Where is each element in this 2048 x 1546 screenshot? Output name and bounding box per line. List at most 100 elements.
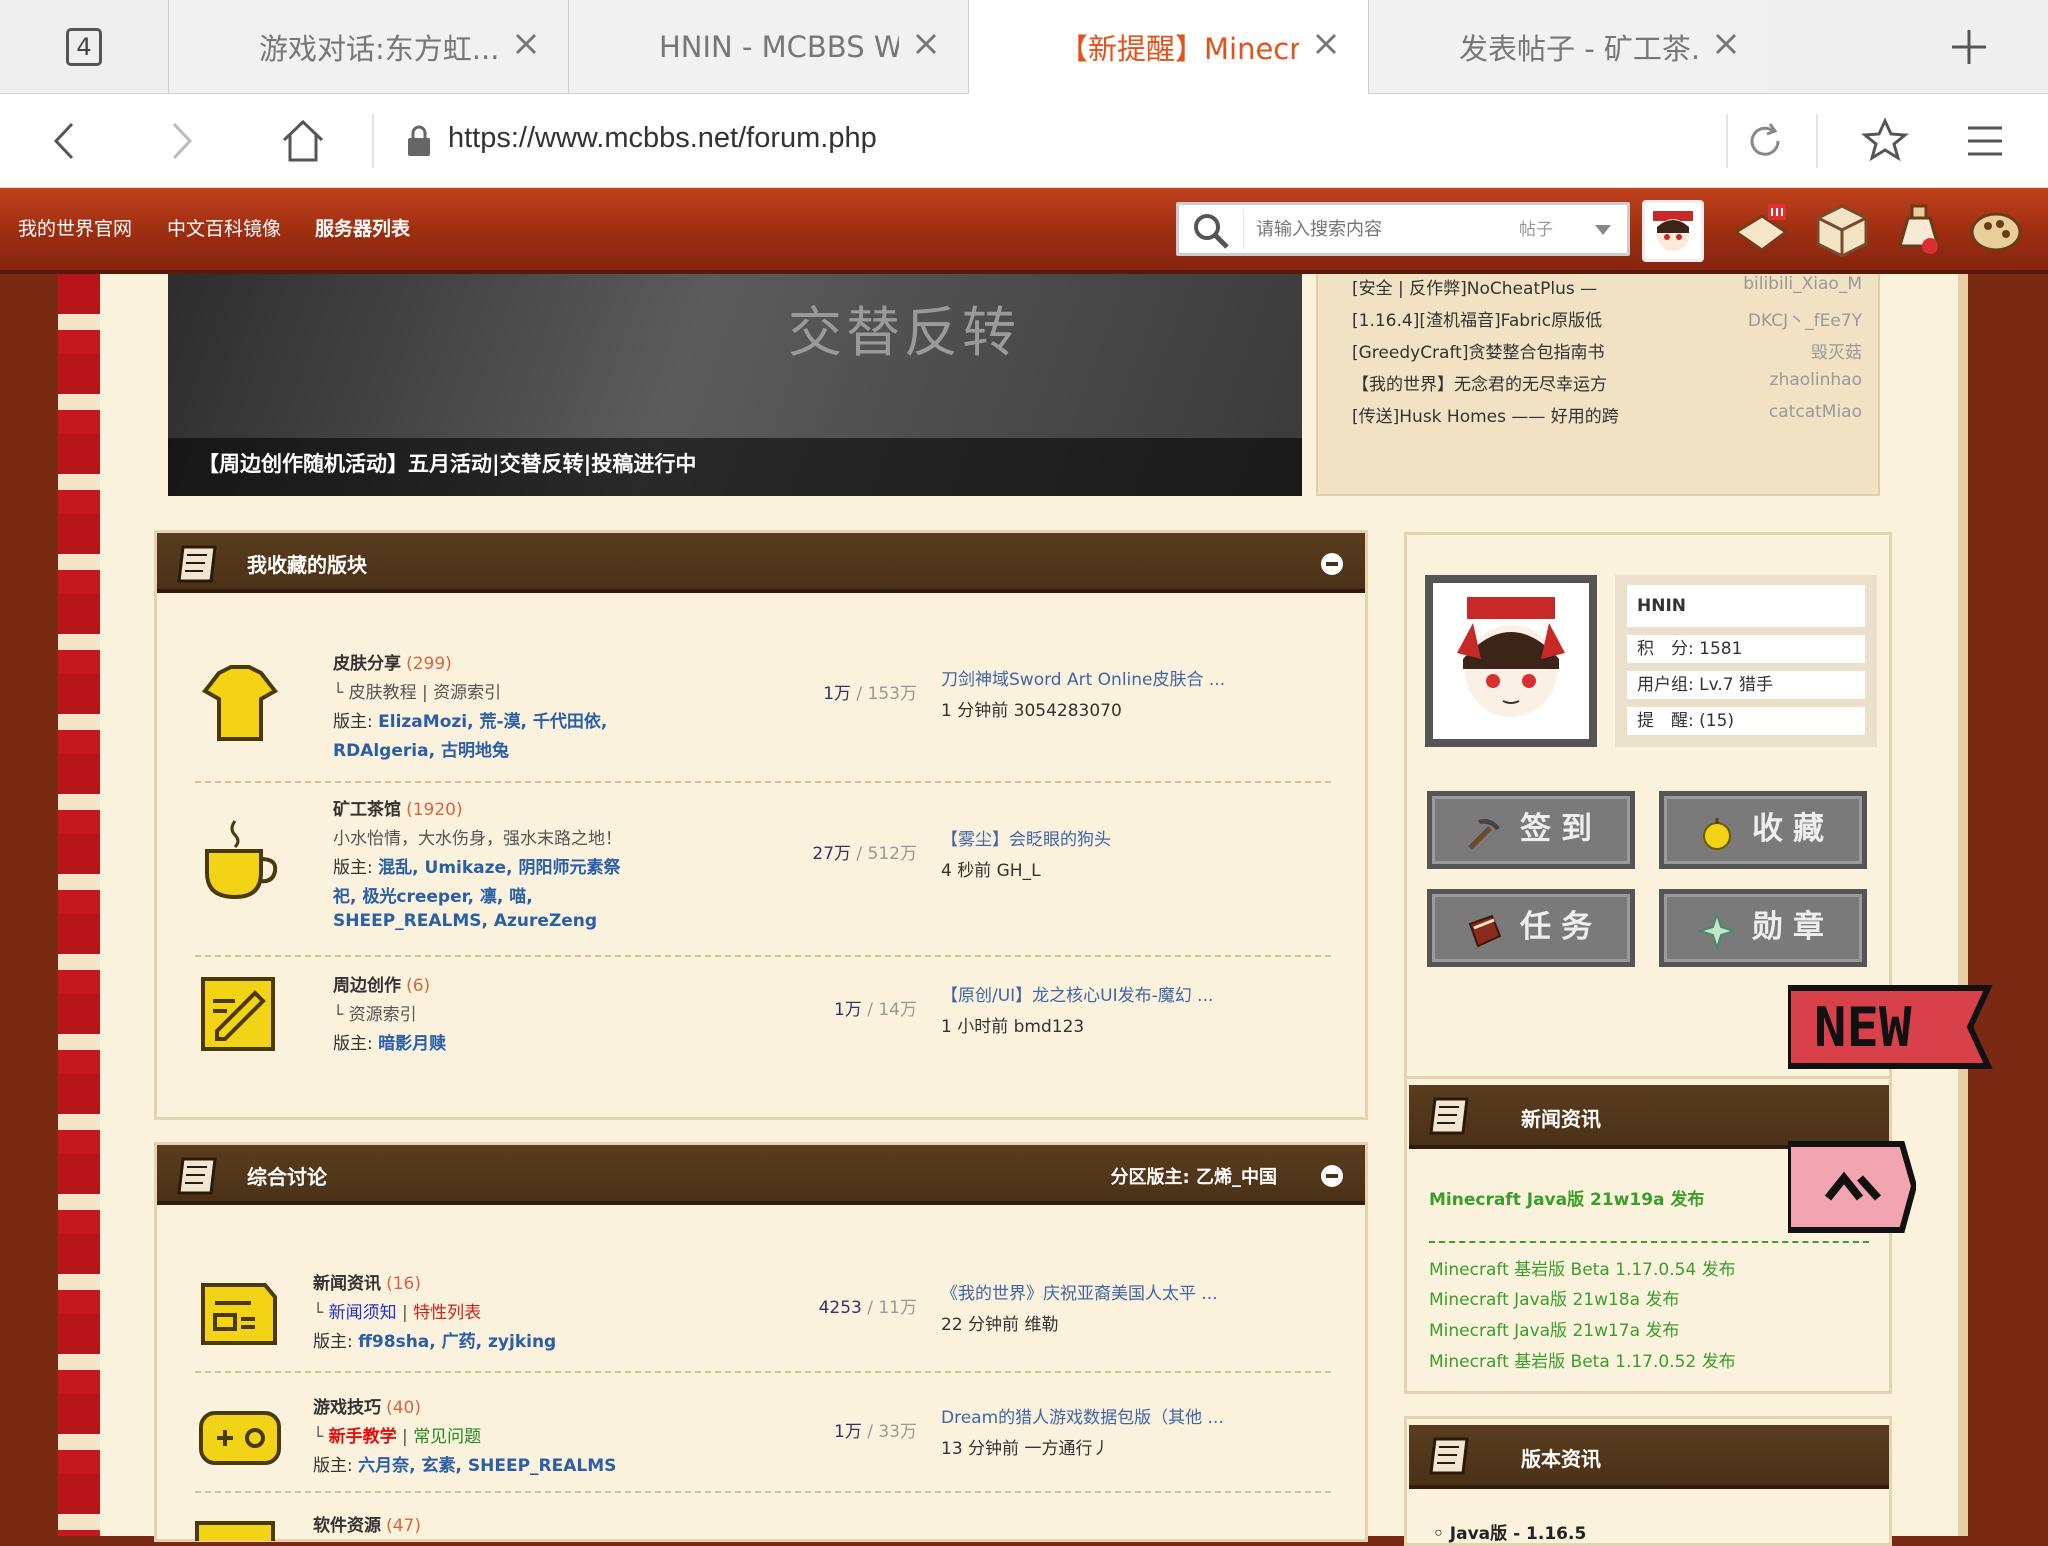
last-post-meta[interactable]: 4 秒前 GH_L <box>941 856 1111 881</box>
moderator-list[interactable]: ff98sha, 广药, zyjking <box>358 1332 556 1352</box>
news-item[interactable]: Minecraft Java版 21w18a 发布 <box>1429 1285 1679 1310</box>
star-icon[interactable] <box>1860 116 1910 166</box>
list-item[interactable]: [GreedyCraft]贪婪整合包指南书 毁灭菇 <box>1352 338 1862 363</box>
message-icon[interactable] <box>1732 202 1792 260</box>
button-label: 勋章 <box>1752 909 1834 945</box>
close-icon[interactable] <box>1310 28 1342 60</box>
forum-info: 软件资源 (47) <box>313 1511 421 1536</box>
potion-icon[interactable] <box>1890 202 1950 260</box>
thread-title[interactable]: 【我的世界】无念君的无尽幸运方 <box>1352 370 1607 395</box>
back-icon[interactable] <box>40 116 90 166</box>
avatar[interactable] <box>1642 200 1704 262</box>
thread-title[interactable]: [传送]Husk Homes —— 好用的跨 <box>1352 402 1619 427</box>
forum-name[interactable]: 矿工茶馆 <box>333 800 401 820</box>
last-post-meta[interactable]: 1 小时前 bmd123 <box>941 1012 1213 1037</box>
close-icon[interactable] <box>510 28 542 60</box>
search-icon[interactable] <box>1191 211 1231 251</box>
list-item[interactable]: [传送]Husk Homes —— 好用的跨 catcatMiao <box>1352 402 1862 427</box>
moderator-list[interactable]: SHEEP_REALMS, AzureZeng <box>333 911 597 931</box>
thread-author[interactable]: catcatMiao <box>1769 402 1862 422</box>
moderator-list[interactable]: 混乱, Umikaze, 阴阳师元素祭 <box>378 858 620 878</box>
reload-icon[interactable] <box>1740 116 1790 166</box>
banner-slideshow[interactable]: 交替反转 【周边创作随机活动】五月活动|交替反转|投稿进行中 <box>168 274 1302 496</box>
menu-icon[interactable] <box>1960 116 2010 166</box>
avatar[interactable] <box>1425 575 1597 747</box>
version-item[interactable]: ◦ Java版 - 1.16.5 <box>1433 1519 1586 1544</box>
thread-author[interactable]: zhaolinhao <box>1770 370 1862 390</box>
collapse-icon[interactable] <box>1321 1165 1343 1187</box>
cube-icon[interactable] <box>1812 202 1872 260</box>
forum-name[interactable]: 新闻资讯 <box>313 1274 381 1294</box>
banner-title[interactable]: 【周边创作随机活动】五月活动|交替反转|投稿进行中 <box>198 448 696 478</box>
forum-name[interactable]: 软件资源 <box>313 1516 381 1536</box>
news-featured[interactable]: Minecraft Java版 21w19a 发布 <box>1429 1185 1704 1210</box>
plus-icon[interactable] <box>1946 24 1992 70</box>
moderator-list[interactable]: RDAlgeria, 古明地兔 <box>333 741 509 761</box>
tab-3-active[interactable]: 【新提醒】Minecr... <box>968 0 1368 94</box>
list-item[interactable]: 【我的世界】无念君的无尽幸运方 zhaolinhao <box>1352 370 1862 395</box>
checkin-button[interactable]: 签到 <box>1427 791 1635 869</box>
thread-title[interactable]: [GreedyCraft]贪婪整合包指南书 <box>1352 338 1604 363</box>
last-post-meta[interactable]: 13 分钟前 一方通行丿 <box>941 1434 1224 1459</box>
forum-subforums[interactable]: └ 资源索引 <box>333 1000 446 1025</box>
thread-count: 1万 <box>834 1422 862 1442</box>
last-post-meta[interactable]: 1 分钟前 3054283070 <box>941 696 1225 721</box>
divider <box>195 955 1331 957</box>
user-reminders[interactable]: 提 醒: (15) <box>1627 707 1865 735</box>
search-input[interactable] <box>1243 209 1505 249</box>
thread-title[interactable]: [安全 | 反作弊]NoCheatPlus — <box>1352 274 1597 299</box>
search-box: 帖子 <box>1176 202 1630 256</box>
subforum-link[interactable]: 新手教学 <box>329 1427 397 1447</box>
subforum-link[interactable]: 新闻须知 <box>329 1303 397 1323</box>
book-icon <box>1468 914 1502 948</box>
news-item[interactable]: Minecraft 基岩版 Beta 1.17.0.52 发布 <box>1429 1347 1736 1372</box>
favorites-button[interactable]: 收藏 <box>1659 791 1867 869</box>
moderator-list[interactable]: ElizaMozi, 荒-漠, 千代田依, <box>378 712 607 732</box>
thread-author[interactable]: 毁灭菇 <box>1811 338 1862 363</box>
tab-1[interactable]: 游戏对话:东方虹... <box>168 0 568 94</box>
medals-button[interactable]: 勋章 <box>1659 889 1867 967</box>
nav-link-wiki[interactable]: 中文百科镜像 <box>167 214 281 241</box>
forum-name[interactable]: 周边创作 <box>333 976 401 996</box>
thread-title[interactable]: [1.16.4][渣机福音]Fabric原版低 <box>1352 306 1602 331</box>
forward-icon[interactable] <box>156 116 206 166</box>
moderator-list[interactable]: 暗影月赎 <box>378 1034 446 1054</box>
news-item[interactable]: Minecraft 基岩版 Beta 1.17.0.54 发布 <box>1429 1255 1736 1280</box>
subforum-link[interactable]: 特性列表 <box>413 1303 481 1323</box>
forum-subforums[interactable]: └ 皮肤教程 | 资源索引 <box>333 678 607 703</box>
section-title: 我收藏的版块 <box>247 553 367 577</box>
newspaper-icon <box>201 1283 277 1345</box>
last-post-title[interactable]: 【雾尘】会眨眼的狗头 <box>941 825 1111 850</box>
forum-name[interactable]: 游戏技巧 <box>313 1398 381 1418</box>
username[interactable]: HNIN <box>1627 585 1865 627</box>
moderator-list[interactable]: 祀, 极光creeper, 凛, 喵, <box>333 887 533 907</box>
nav-link-official[interactable]: 我的世界官网 <box>18 214 132 241</box>
tab-2[interactable]: HNIN - MCBBS Wi... <box>568 0 968 94</box>
moderator-list[interactable]: 六月奈, 玄素, SHEEP_REALMS <box>358 1456 616 1476</box>
forum-name[interactable]: 皮肤分享 <box>333 654 401 674</box>
last-post-meta[interactable]: 22 分钟前 维勒 <box>941 1310 1218 1335</box>
chevron-down-icon[interactable] <box>1595 225 1611 235</box>
list-item[interactable]: [安全 | 反作弊]NoCheatPlus — bilibili_Xiao_M <box>1352 274 1862 299</box>
last-post-title[interactable]: 刀剑神域Sword Art Online皮肤合 ... <box>941 665 1225 690</box>
subforum-link[interactable]: 常见问题 <box>413 1427 481 1447</box>
tasks-button[interactable]: 任务 <box>1427 889 1635 967</box>
close-icon[interactable] <box>910 28 942 60</box>
zone-moderator[interactable]: 分区版主: 乙烯_中国 <box>1111 1163 1277 1189</box>
news-item[interactable]: Minecraft Java版 21w17a 发布 <box>1429 1316 1679 1341</box>
last-post-title[interactable]: 【原创/UI】龙之核心UI发布-魔幻 ... <box>941 981 1213 1006</box>
tab-switcher-button[interactable]: 4 <box>66 28 102 66</box>
list-item[interactable]: [1.16.4][渣机福音]Fabric原版低 DKCJ丶_fEe7Y <box>1352 306 1862 331</box>
last-post-title[interactable]: 《我的世界》庆祝亚裔美国人太平 ... <box>941 1279 1218 1304</box>
home-icon[interactable] <box>278 116 328 166</box>
last-post-title[interactable]: Dream的猎人游戏数据包版（其他 ... <box>941 1403 1224 1428</box>
thread-author[interactable]: DKCJ丶_fEe7Y <box>1748 306 1862 331</box>
close-icon[interactable] <box>1710 28 1742 60</box>
collapse-icon[interactable] <box>1321 553 1343 575</box>
palette-icon[interactable] <box>1966 202 2026 260</box>
url-field[interactable]: https://www.mcbbs.net/forum.php <box>448 122 877 155</box>
nav-link-servers[interactable]: 服务器列表 <box>315 214 410 241</box>
thread-author[interactable]: bilibili_Xiao_M <box>1743 274 1862 294</box>
tab-4[interactable]: 发表帖子 - 矿工茶... <box>1368 0 1768 94</box>
search-type-select[interactable]: 帖子 <box>1519 215 1553 240</box>
